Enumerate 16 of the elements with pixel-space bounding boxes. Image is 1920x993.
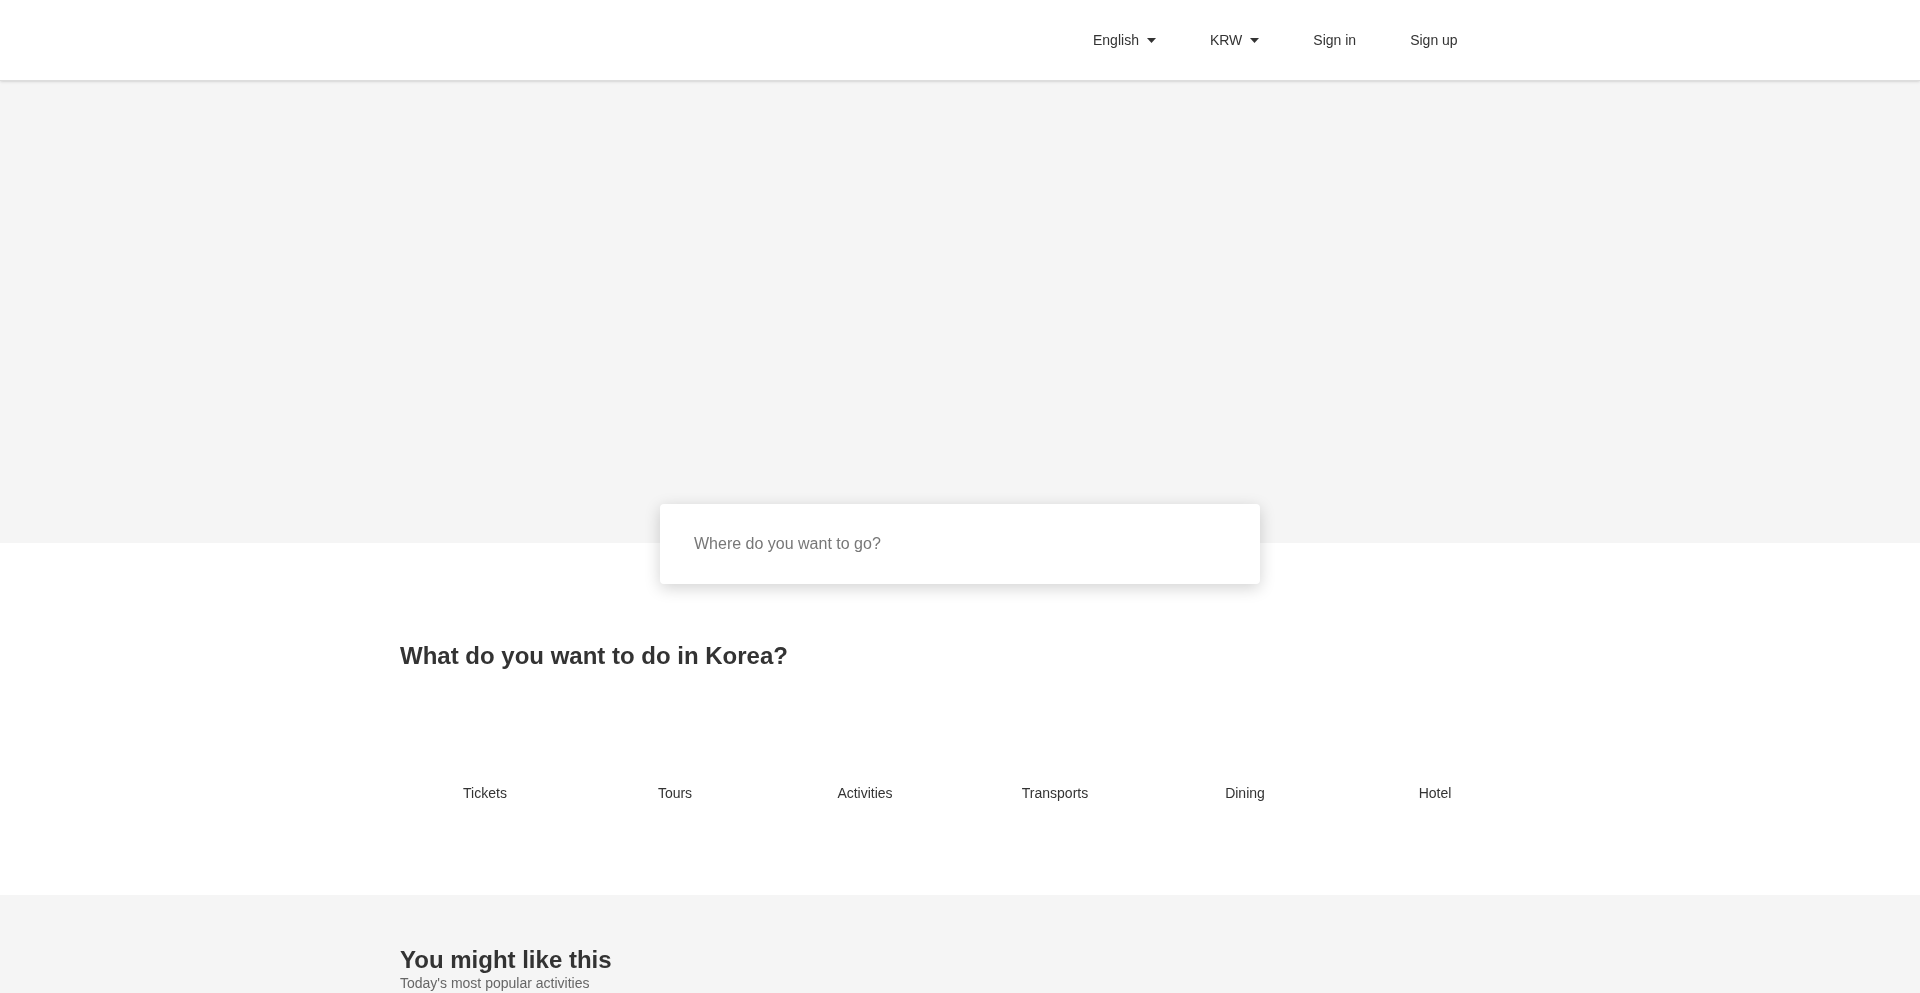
search-field[interactable]: Where do you want to go?: [660, 504, 1260, 584]
nav-link[interactable]: Sign in: [1296, 29, 1374, 51]
category-link[interactable]: Activities: [837, 783, 893, 804]
section-heading: You might like this: [400, 945, 613, 975]
dropdown-toggle[interactable]: KRW: [1192, 29, 1277, 51]
category-link[interactable]: Tickets: [463, 783, 507, 804]
caret-icon: [1250, 37, 1260, 43]
section-heading: What do you want to do in Korea?: [399, 641, 789, 671]
category-link[interactable]: Tours: [657, 783, 693, 804]
category-link[interactable]: Transports: [1021, 783, 1089, 804]
caret-icon: [1146, 37, 1156, 43]
nav-link[interactable]: Sign up: [1393, 29, 1475, 51]
section-subtitle: Today's most popular activities: [400, 975, 591, 993]
category-link[interactable]: Dining: [1225, 783, 1265, 804]
category-link[interactable]: Hotel: [1418, 783, 1452, 804]
dropdown-toggle[interactable]: English: [1076, 29, 1173, 51]
